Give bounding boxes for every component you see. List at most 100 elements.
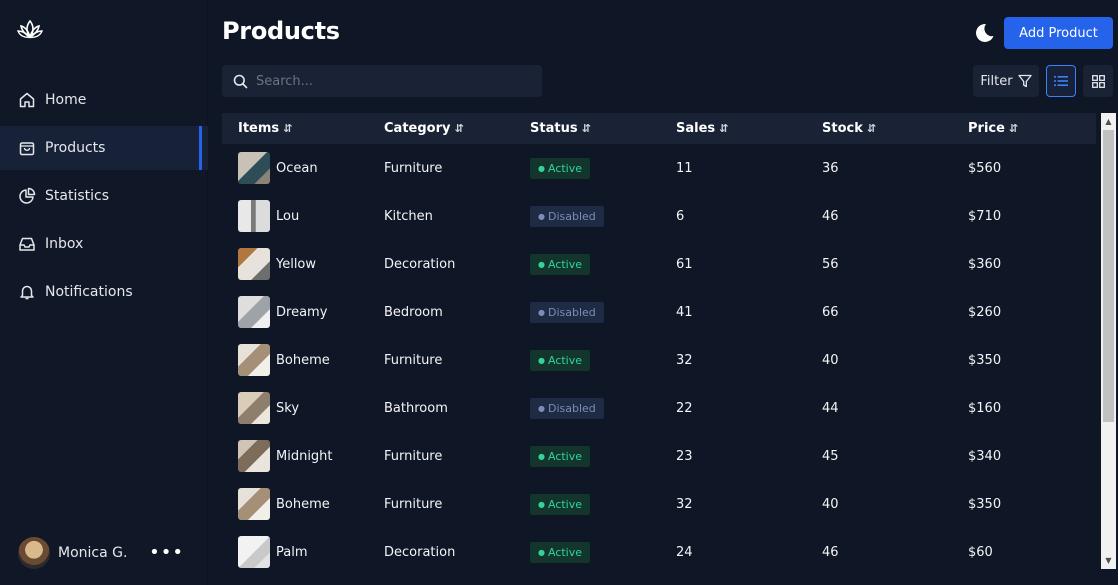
sidebar-item-label: Products (45, 140, 106, 156)
column-header-price[interactable]: Price ⇵ (968, 121, 1096, 136)
item-name: Midnight (276, 448, 333, 464)
scroll-up-arrow-icon[interactable]: ▲ (1101, 113, 1116, 130)
price-cell: $260 (968, 305, 1096, 320)
stock-value: 40 (822, 352, 839, 368)
column-header-stock[interactable]: Stock ⇵ (822, 121, 968, 136)
category-cell: Furniture (384, 497, 530, 512)
item-name: Palm (276, 544, 308, 560)
status-label: Active (547, 449, 583, 463)
table-body: Ocean Furniture ● Active 11 36 $560 Lou Kitchen ●… (222, 144, 1096, 576)
item-cell: Yellow (222, 248, 384, 280)
price-cell: $340 (968, 449, 1096, 464)
user-profile[interactable]: Monica G. ••• (18, 537, 190, 569)
column-header-status[interactable]: Status ⇵ (530, 121, 676, 136)
sort-icon: ⇵ (454, 122, 464, 135)
avatar[interactable] (18, 537, 50, 569)
sidebar-item-inbox[interactable]: Inbox (0, 222, 208, 266)
category-value: Bathroom (384, 400, 448, 416)
status-dot-icon: ● (538, 211, 545, 221)
category-cell: Bedroom (384, 305, 530, 320)
table-scrollbar[interactable]: ▲ ▼ (1101, 113, 1116, 569)
sales-cell: 61 (676, 257, 822, 272)
status-dot-icon: ● (538, 499, 545, 509)
category-value: Kitchen (384, 208, 433, 224)
more-options-icon[interactable]: ••• (149, 544, 184, 562)
moon-icon[interactable] (973, 22, 995, 44)
products-table: Items ⇵ Category ⇵ Status ⇵ Sales ⇵ Stock ⇵ P… (222, 113, 1096, 585)
category-value: Furniture (384, 448, 443, 464)
sidebar-item-statistics[interactable]: Statistics (0, 174, 208, 218)
grid-view-button[interactable] (1083, 65, 1113, 97)
status-dot-icon: ● (538, 163, 545, 173)
status-badge: ● Disabled (530, 301, 604, 323)
product-thumbnail (238, 248, 270, 280)
sidebar-item-products[interactable]: Products (0, 126, 208, 170)
status-badge: ● Active (530, 349, 591, 371)
price-cell: $60 (968, 545, 1096, 560)
user-name: Monica G. (58, 545, 128, 561)
table-row[interactable]: Palm Decoration ● Active 24 46 $60 (222, 528, 1096, 576)
price-cell: $160 (968, 401, 1096, 416)
search-input[interactable] (256, 73, 526, 89)
price-cell: $560 (968, 161, 1096, 176)
table-row[interactable]: Dreamy Bedroom ● Disabled 41 66 $260 (222, 288, 1096, 336)
column-label: Price (968, 121, 1005, 136)
status-badge: ● Disabled (530, 205, 604, 227)
column-label: Items (238, 121, 280, 136)
status-label: Disabled (547, 305, 596, 319)
item-name: Boheme (276, 352, 330, 368)
status-label: Active (547, 353, 583, 367)
table-row[interactable]: Boheme Furniture ● Active 32 40 $350 (222, 336, 1096, 384)
status-badge: ● Disabled (530, 397, 604, 419)
status-cell: ● Disabled (530, 397, 676, 419)
category-value: Decoration (384, 544, 456, 560)
bell-icon (18, 283, 36, 301)
table-row[interactable]: Ocean Furniture ● Active 11 36 $560 (222, 144, 1096, 192)
column-label: Sales (676, 121, 716, 136)
add-product-button[interactable]: Add Product (1004, 17, 1113, 49)
status-cell: ● Active (530, 445, 676, 467)
search-bar[interactable] (222, 65, 542, 97)
sales-cell: 32 (676, 353, 822, 368)
status-badge: ● Active (530, 157, 591, 179)
list-view-button[interactable] (1046, 65, 1076, 97)
item-name: Ocean (276, 160, 318, 176)
column-header-category[interactable]: Category ⇵ (384, 121, 530, 136)
pie-chart-icon (18, 187, 36, 205)
table-row[interactable]: Midnight Furniture ● Active 23 45 $340 (222, 432, 1096, 480)
table-row[interactable]: Sky Bathroom ● Disabled 22 44 $160 (222, 384, 1096, 432)
lotus-logo-icon[interactable] (17, 19, 43, 41)
sales-cell: 22 (676, 401, 822, 416)
price-value: $350 (968, 352, 1002, 368)
sales-cell: 24 (676, 545, 822, 560)
category-value: Decoration (384, 256, 456, 272)
scrollbar-thumb[interactable] (1103, 130, 1114, 422)
column-header-items[interactable]: Items ⇵ (222, 121, 384, 136)
item-cell: Boheme (222, 488, 384, 520)
sort-icon: ⇵ (1008, 122, 1019, 135)
column-header-sales[interactable]: Sales ⇵ (676, 121, 822, 136)
table-row[interactable]: Boheme Furniture ● Active 32 40 $350 (222, 480, 1096, 528)
sidebar-item-notifications[interactable]: Notifications (0, 270, 208, 314)
scroll-down-arrow-icon[interactable]: ▼ (1101, 552, 1116, 569)
sales-cell: 6 (676, 209, 822, 224)
status-cell: ● Active (530, 349, 676, 371)
table-row[interactable]: Lou Kitchen ● Disabled 6 46 $710 (222, 192, 1096, 240)
stock-value: 46 (822, 208, 839, 224)
sidebar-item-home[interactable]: Home (0, 78, 208, 122)
status-dot-icon: ● (538, 307, 545, 317)
item-name: Lou (276, 208, 300, 224)
table-row[interactable]: Yellow Decoration ● Active 61 56 $360 (222, 240, 1096, 288)
home-icon (18, 91, 36, 109)
price-value: $260 (968, 304, 1002, 320)
filter-button[interactable]: Filter (973, 65, 1039, 97)
sidebar-nav: Home Products Statistics Inbox Notificat… (0, 78, 208, 318)
item-cell: Dreamy (222, 296, 384, 328)
status-cell: ● Active (530, 541, 676, 563)
status-badge: ● Active (530, 493, 591, 515)
price-value: $350 (968, 496, 1002, 512)
sales-value: 22 (676, 400, 693, 416)
status-dot-icon: ● (538, 547, 545, 557)
status-label: Active (547, 545, 583, 559)
stock-cell: 40 (822, 353, 968, 368)
